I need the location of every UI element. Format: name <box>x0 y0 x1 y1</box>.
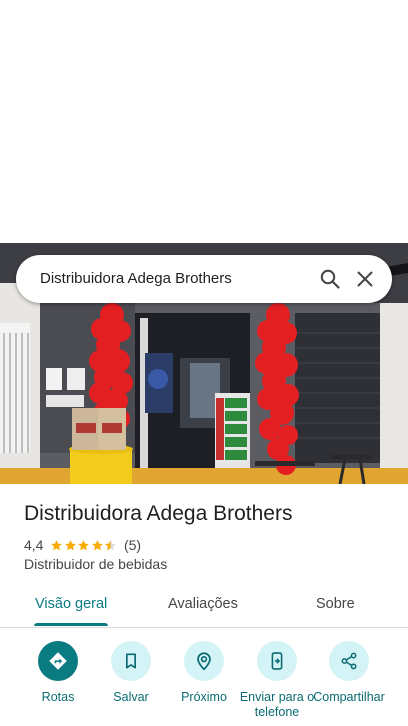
review-count[interactable]: (5) <box>124 537 141 553</box>
directions-icon <box>49 652 67 670</box>
nearby-button-circle[interactable] <box>184 641 224 681</box>
share-icon <box>341 652 357 670</box>
star-icon <box>92 539 103 550</box>
close-icon[interactable] <box>353 267 377 291</box>
share-label: Compartilhar <box>313 690 385 704</box>
search-icon[interactable] <box>318 267 342 291</box>
send-to-phone-button-circle[interactable] <box>257 641 297 681</box>
star-half-icon <box>105 539 117 550</box>
place-sheet: Distribuidora Adega Brothers Distribuido… <box>0 0 408 726</box>
star-icon <box>65 539 76 550</box>
star-rating <box>50 539 118 552</box>
place-category[interactable]: Distribuidor de bebidas <box>24 556 167 572</box>
save-button-circle[interactable] <box>111 641 151 681</box>
star-icon <box>78 539 90 550</box>
send-to-phone-label: Enviar para o telefone <box>239 690 315 719</box>
tab-reviews[interactable]: Avaliações <box>168 596 238 612</box>
bookmark-icon <box>126 653 136 669</box>
tab-bar: Visão geral Avaliações Sobre <box>0 585 408 628</box>
nearby-icon <box>197 652 211 671</box>
tab-about[interactable]: Sobre <box>316 596 355 612</box>
share-button-circle[interactable] <box>329 641 369 681</box>
nearby-label: Próximo <box>181 690 227 704</box>
directions-label: Rotas <box>41 690 75 704</box>
search-bar[interactable]: Distribuidora Adega Brothers <box>16 255 392 303</box>
rating-row[interactable]: 4,4 (5) <box>24 536 141 554</box>
directions-button-circle[interactable] <box>38 641 78 681</box>
star-icon <box>51 539 63 550</box>
send-to-phone-icon <box>271 652 283 670</box>
search-input[interactable]: Distribuidora Adega Brothers <box>40 270 232 287</box>
active-tab-indicator <box>34 623 108 626</box>
tab-overview[interactable]: Visão geral <box>35 596 107 612</box>
map-area[interactable] <box>0 0 408 243</box>
place-title: Distribuidora Adega Brothers <box>24 502 293 525</box>
save-label: Salvar <box>113 690 149 704</box>
rating-value: 4,4 <box>24 537 44 553</box>
